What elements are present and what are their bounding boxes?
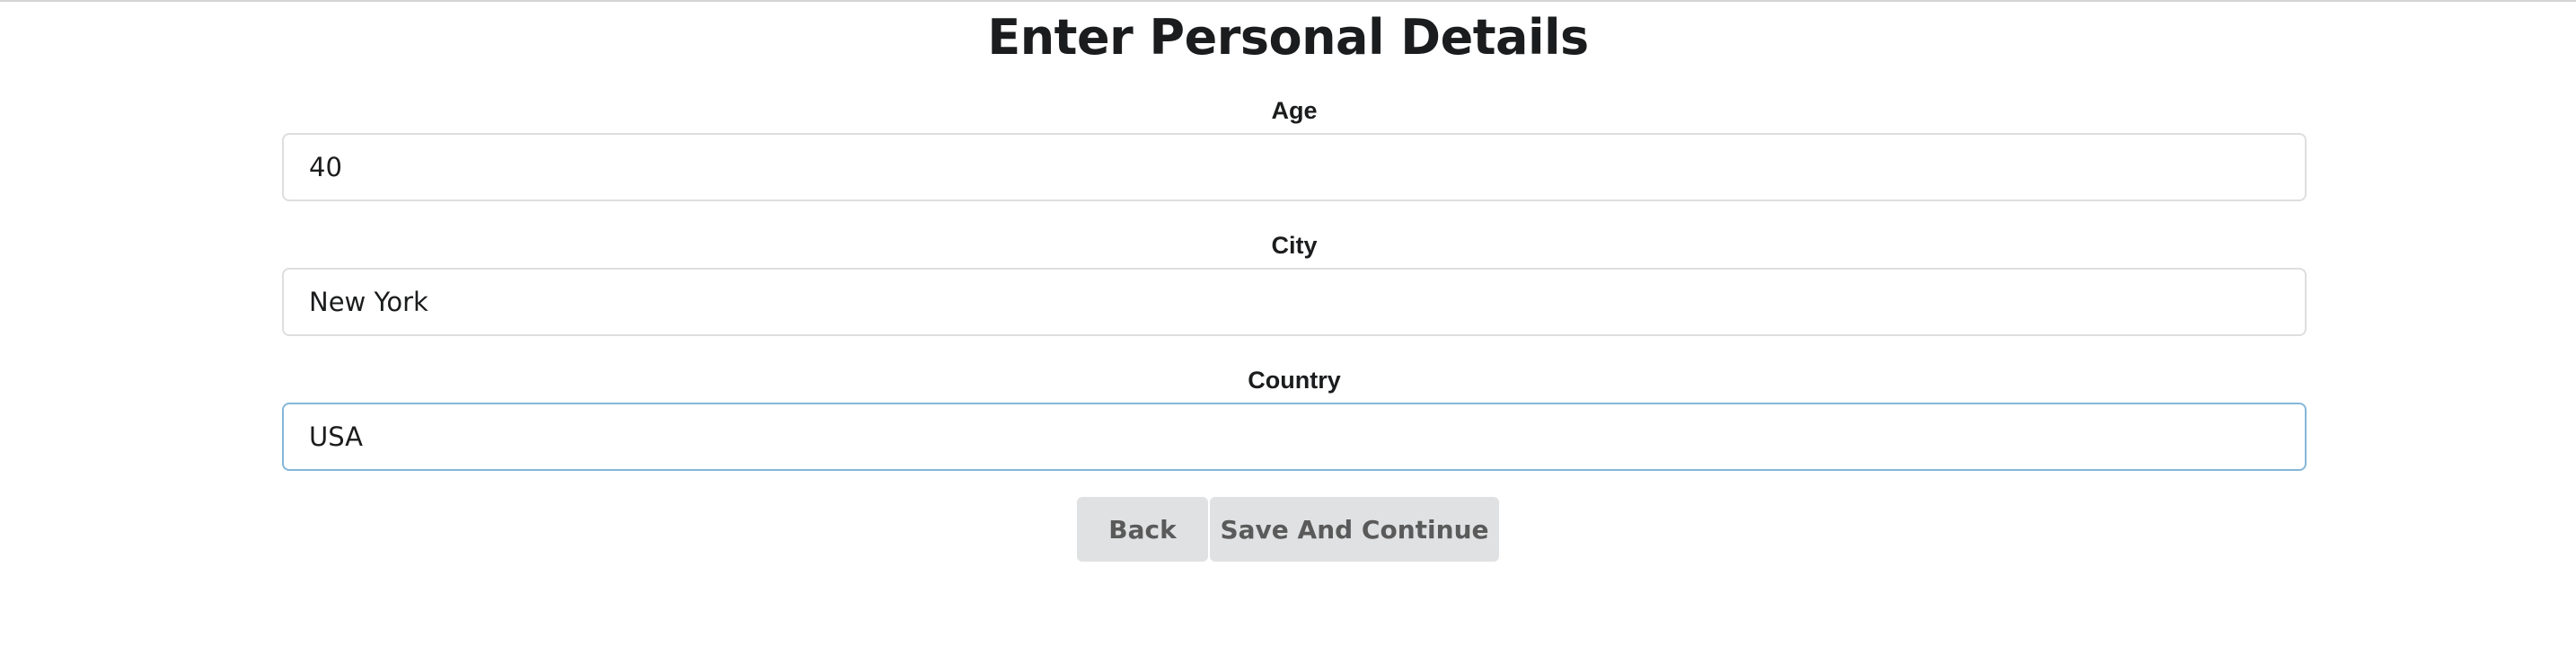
city-label: City bbox=[1271, 232, 1318, 259]
city-input[interactable] bbox=[282, 268, 2307, 336]
country-label: Country bbox=[1248, 367, 1341, 394]
age-input[interactable] bbox=[282, 133, 2307, 201]
country-input[interactable] bbox=[282, 403, 2307, 471]
save-and-continue-button[interactable]: Save And Continue bbox=[1210, 497, 1499, 562]
city-field: City bbox=[282, 223, 2307, 336]
personal-details-form: Age City Country bbox=[282, 88, 2307, 492]
form-actions: Back Save And Continue bbox=[0, 497, 2576, 562]
age-label: Age bbox=[1271, 97, 1318, 124]
page-title: Enter Personal Details bbox=[987, 9, 1589, 66]
back-button[interactable]: Back bbox=[1077, 497, 1208, 562]
age-field: Age bbox=[282, 88, 2307, 201]
country-field: Country bbox=[282, 358, 2307, 471]
